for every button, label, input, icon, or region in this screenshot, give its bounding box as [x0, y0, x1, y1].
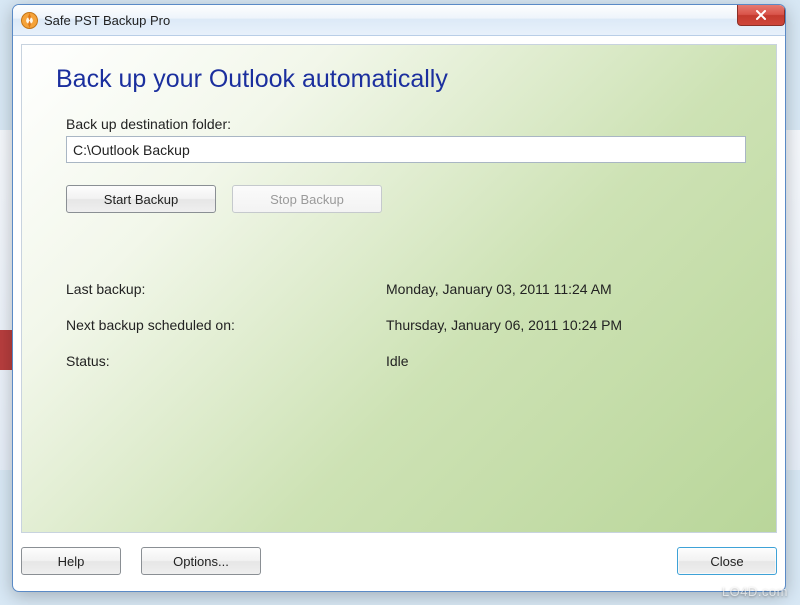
window-close-button[interactable]	[737, 5, 785, 26]
start-backup-button[interactable]: Start Backup	[66, 185, 216, 213]
last-backup-value: Monday, January 03, 2011 11:24 AM	[386, 281, 746, 297]
main-panel: Back up your Outlook automatically Back …	[21, 44, 777, 533]
help-button[interactable]: Help	[21, 547, 121, 575]
page-heading: Back up your Outlook automatically	[56, 65, 746, 94]
app-icon	[21, 12, 38, 29]
next-backup-value: Thursday, January 06, 2011 10:24 PM	[386, 317, 746, 333]
titlebar[interactable]: Safe PST Backup Pro	[13, 5, 785, 36]
footer-bar: Help Options... Close	[21, 539, 777, 583]
background-accent	[0, 330, 12, 370]
backup-button-row: Start Backup Stop Backup	[66, 185, 746, 213]
watermark: LO4D.com	[722, 584, 788, 599]
last-backup-label: Last backup:	[66, 281, 386, 297]
next-backup-label: Next backup scheduled on:	[66, 317, 386, 333]
destination-input[interactable]	[66, 136, 746, 163]
info-grid: Last backup: Monday, January 03, 2011 11…	[66, 281, 746, 369]
stop-backup-button: Stop Backup	[232, 185, 382, 213]
window-title: Safe PST Backup Pro	[44, 13, 170, 28]
status-label: Status:	[66, 353, 386, 369]
close-button[interactable]: Close	[677, 547, 777, 575]
close-icon	[755, 10, 767, 20]
destination-label: Back up destination folder:	[66, 116, 746, 132]
status-value: Idle	[386, 353, 746, 369]
app-window: Safe PST Backup Pro Back up your Outlook…	[12, 4, 786, 592]
options-button[interactable]: Options...	[141, 547, 261, 575]
